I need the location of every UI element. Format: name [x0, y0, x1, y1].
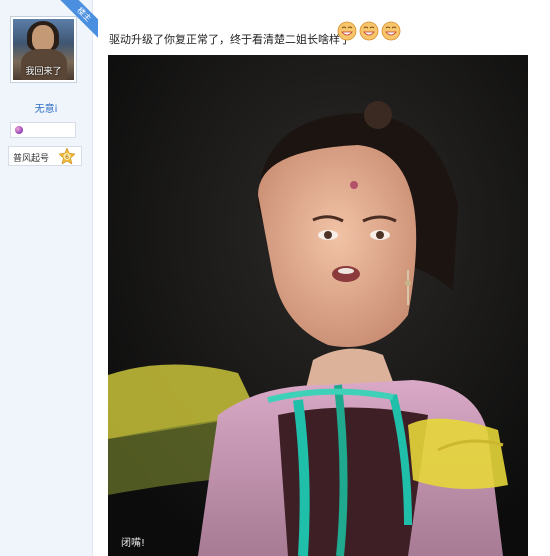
op-ribbon-label: 楼主 [58, 0, 98, 40]
op-ribbon: 楼主 [58, 0, 98, 40]
image-caption: 闭嘴! [121, 536, 145, 549]
badge-box[interactable] [10, 122, 76, 138]
author-username[interactable]: 无意i [0, 100, 92, 115]
grinning-face-icon [381, 21, 401, 41]
grinning-face-icon [337, 21, 357, 41]
rank-label: 普风起号 [13, 154, 50, 164]
gem-icon [15, 126, 23, 134]
emoji-row [337, 21, 401, 41]
rank-level: 6 [65, 154, 69, 161]
post-text: 驱动升级了你复正常了，终于看清楚二姐长啥样了 [109, 33, 351, 46]
avatar-caption: 我回来了 [25, 67, 62, 77]
game-character-illustration: 闭嘴! [108, 55, 528, 556]
author-sidebar: 我回来了 无意i 普风起号 6 [0, 0, 93, 556]
post-image[interactable]: 闭嘴! [108, 55, 528, 556]
rank-badge[interactable]: 普风起号 6 [8, 146, 82, 166]
rank-medal-icon: 6 [59, 148, 75, 164]
grinning-face-icon [359, 21, 379, 41]
